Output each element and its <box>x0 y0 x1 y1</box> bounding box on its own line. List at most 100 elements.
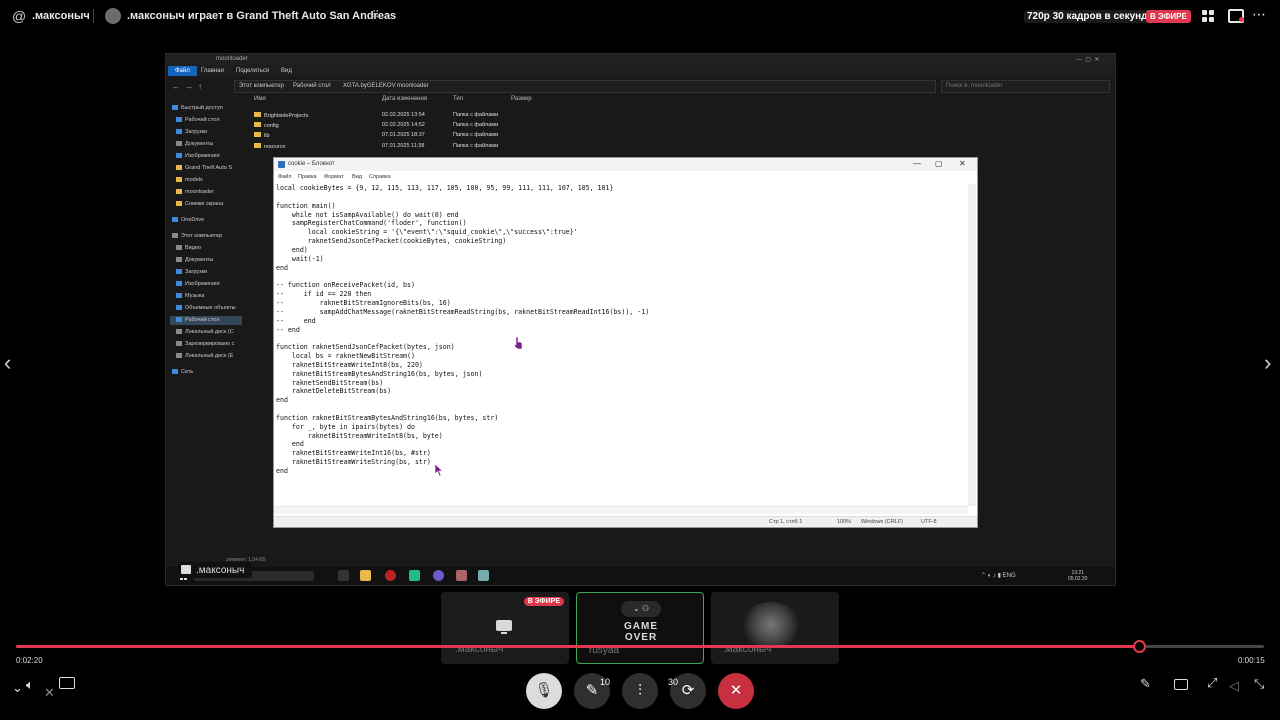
task-view-icon[interactable] <box>338 570 349 581</box>
minimize-icon[interactable]: — <box>913 159 921 168</box>
sidebar-item[interactable]: Локальный диск (C <box>176 328 234 337</box>
zoom-level: 100% <box>837 519 852 525</box>
chevron-down-icon[interactable]: ⌄ <box>12 680 23 696</box>
menu-file[interactable]: Файл <box>278 174 292 180</box>
sidebar-item-selected[interactable]: Рабочий стол <box>170 316 242 325</box>
activity-grip-icon[interactable]: ⠿ <box>372 10 379 21</box>
sidebar-item[interactable]: Изображения <box>176 152 220 161</box>
grid-layout-icon[interactable] <box>1202 10 1214 22</box>
pointer-cursor-icon <box>434 463 444 477</box>
sidebar-item[interactable]: Зарезервировано с <box>176 340 234 349</box>
sidebar-item[interactable]: moonloader <box>176 188 214 197</box>
mute-icon[interactable]: ✕ <box>44 685 55 701</box>
file-row[interactable]: BrightsideProjects 02.02.2025 13:54 Папк… <box>252 111 552 120</box>
live-badge: В ЭФИРЕ <box>1146 10 1191 23</box>
chat-icon[interactable] <box>59 677 75 689</box>
file-row[interactable]: lib 07.01.2025 18:37 Папка с файлами <box>252 131 552 140</box>
notepad-taskbar-icon[interactable] <box>478 570 489 581</box>
ribbon-tab-share[interactable]: Поделиться <box>236 68 269 74</box>
window-controls[interactable]: — ▢ ✕ <box>1076 56 1099 63</box>
address-field[interactable]: Этот компьютер Рабочий стол XGTA.byGELEK… <box>234 80 936 93</box>
microphone-icon: 🎙︎ <box>534 682 554 699</box>
address-segment[interactable]: Этот компьютер <box>239 83 284 89</box>
system-tray: ⌃ ◐ ♪ ▮ ENG <box>981 573 1016 579</box>
nav-arrows-icon[interactable]: ←→↑ <box>172 82 207 91</box>
sidebar-item[interactable]: Музыка <box>176 292 204 301</box>
notepad-text-area[interactable]: local cookieBytes = {9, 12, 115, 113, 11… <box>276 184 966 504</box>
audio-settings-icon[interactable]: ◁ <box>1229 678 1239 694</box>
menu-help[interactable]: Справка <box>369 174 391 180</box>
collapse-icon[interactable]: ⤡ <box>1254 676 1264 692</box>
participant-tile[interactable]: .максоныч <box>711 592 839 664</box>
column-header[interactable]: Тип <box>453 96 463 102</box>
menu-edit[interactable]: Правка <box>298 174 317 180</box>
file-row[interactable]: config 02.02.2025 14:52 Папка с файлами <box>252 121 552 130</box>
sidebar-item[interactable]: Документы <box>176 140 213 149</box>
menu-format[interactable]: Формат <box>324 174 344 180</box>
folder-icon[interactable] <box>360 570 371 581</box>
screen-share-icon <box>496 620 512 634</box>
sidebar-item[interactable]: Снимки экрана <box>176 200 223 209</box>
remaining-time: 0:00:15 <box>1238 656 1265 665</box>
sidebar-item[interactable]: Рабочий стол <box>176 116 220 125</box>
leave-call-icon: ✕ <box>729 682 743 699</box>
stream-title: .максоныч играет в Grand Theft Auto San … <box>127 10 397 22</box>
sidebar-item[interactable]: Изображения <box>176 280 220 289</box>
sidebar-item[interactable]: Grand Theft Auto S <box>176 164 232 173</box>
menu-view[interactable]: Вид <box>352 174 362 180</box>
file-row[interactable]: resource 07.01.2025 11:38 Папка с файлам… <box>252 142 552 151</box>
participant-tile[interactable]: ⌄ ⚇ GAME OVER rusyaa <box>576 592 704 664</box>
leave-call-button[interactable]: ✕ <box>718 673 754 709</box>
sidebar-item[interactable]: Видео <box>176 244 201 253</box>
volume-icon[interactable]: 🔈︎ <box>26 677 34 693</box>
sidebar-item[interactable]: Быстрый доступ <box>172 104 223 113</box>
previous-arrow-icon[interactable]: ‹ <box>4 350 11 376</box>
explorer-search-input[interactable]: Поиск в: moonloader <box>941 80 1110 93</box>
address-segment[interactable]: Рабочий стол <box>293 83 331 89</box>
microphone-button[interactable]: 🎙︎ <box>526 673 562 709</box>
more-options-icon[interactable]: ⋯ <box>1252 6 1266 23</box>
notepad-menu: Файл Правка Формат Вид Справка <box>274 172 977 182</box>
horizontal-scrollbar[interactable] <box>274 506 968 514</box>
sidebar-item[interactable]: models <box>176 176 203 185</box>
soundboard-icon: ⫶ <box>638 682 642 699</box>
next-arrow-icon[interactable]: › <box>1264 350 1271 376</box>
taskbar-clock: 13:21 05.02.20 <box>1068 570 1088 582</box>
elapsed-time: 0:02:20 <box>16 656 43 665</box>
ribbon-tab-home[interactable]: Главная <box>201 68 224 74</box>
sidebar-item[interactable]: OneDrive <box>172 216 204 225</box>
participant-tile[interactable]: В ЭФИРЕ .максоныч ⋯ <box>441 592 569 664</box>
explorer-sidebar: Быстрый доступ Рабочий стол Загрузки Док… <box>166 96 244 571</box>
column-header[interactable]: Размер <box>511 96 532 102</box>
pencil-icon[interactable]: ✎ <box>1140 676 1151 692</box>
column-header[interactable]: Дата изменения <box>382 96 427 102</box>
progress-handle[interactable] <box>1133 640 1146 653</box>
channel-name[interactable]: .максоныч <box>32 10 90 22</box>
activity-controls-icon[interactable]: ⌄ ⚇ <box>621 601 661 617</box>
sidebar-item[interactable]: Загрузки <box>176 268 207 277</box>
sidebar-item[interactable]: Документы <box>176 256 213 265</box>
close-icon[interactable]: ✕ <box>959 159 966 168</box>
ribbon-tab-file[interactable]: Файл <box>168 66 197 76</box>
sidebar-item[interactable]: Объемные объекты <box>176 304 236 313</box>
sidebar-item[interactable]: Загрузки <box>176 128 207 137</box>
picture-in-picture-icon[interactable] <box>1174 679 1188 690</box>
opera-icon[interactable] <box>385 570 396 581</box>
camera-button[interactable]: ✎ 10 <box>574 673 610 709</box>
sidebar-item[interactable]: Локальный диск (E <box>176 352 233 361</box>
address-segment[interactable]: XGTA.byGELEKOV <box>343 83 396 89</box>
maximize-icon[interactable]: ▢ <box>935 159 943 168</box>
fullscreen-icon[interactable]: ⤢ <box>1207 675 1217 691</box>
sidebar-item[interactable]: Сеть <box>172 368 193 377</box>
vertical-scrollbar[interactable] <box>968 184 976 506</box>
activities-button[interactable]: ⟳ 30 <box>668 673 706 709</box>
explorer-title: moonloader <box>216 56 248 62</box>
ribbon-tab-view[interactable]: Вид <box>281 68 292 74</box>
app-icon[interactable] <box>409 570 420 581</box>
sidebar-item[interactable]: Этот компьютер <box>172 232 222 241</box>
discord-icon[interactable] <box>433 570 444 581</box>
game-icon[interactable] <box>456 570 467 581</box>
soundboard-button[interactable]: ⫶ <box>622 673 658 709</box>
column-header[interactable]: Имя <box>254 96 266 102</box>
address-segment[interactable]: moonloader <box>397 83 429 89</box>
